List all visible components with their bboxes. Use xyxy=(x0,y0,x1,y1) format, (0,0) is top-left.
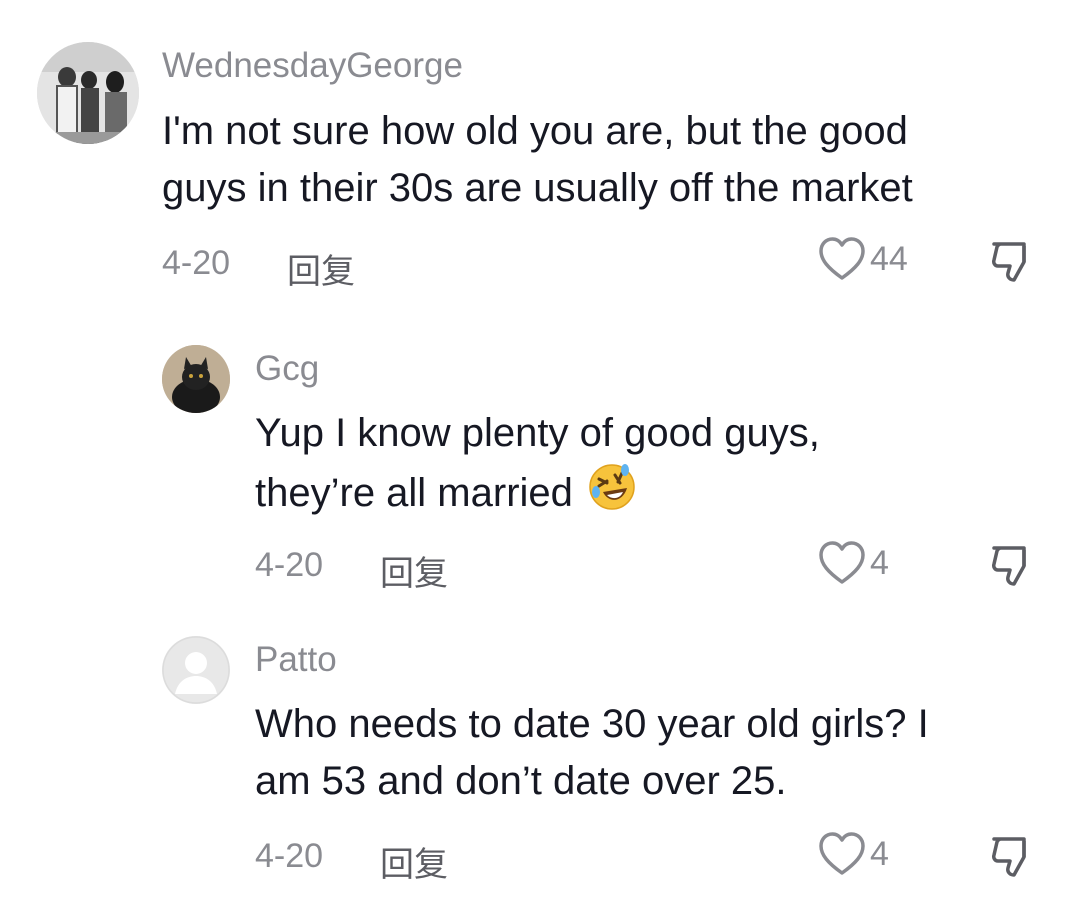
rolling-on-floor-laughing-icon xyxy=(587,462,637,528)
like-count: 44 xyxy=(870,239,908,278)
comment-line: am 53 and don’t date over 25. xyxy=(255,759,787,803)
like-count: 4 xyxy=(870,834,889,873)
comment-line: Yup I know plenty of good guys, xyxy=(255,411,820,455)
comment-patto: Patto Who needs to date 30 year old girl… xyxy=(0,600,1080,917)
reply-button[interactable]: 回复 xyxy=(287,244,355,293)
comment-text: Who needs to date 30 year old girls? I a… xyxy=(255,696,929,810)
thumbs-down-icon xyxy=(992,546,1026,586)
comment-line: I'm not sure how old you are, but the go… xyxy=(162,109,908,153)
comment-line: Who needs to date 30 year old girls? I xyxy=(255,702,929,746)
heart-icon xyxy=(819,541,865,584)
comment-line: guys in their 30s are usually off the ma… xyxy=(162,166,913,210)
comment-date: 4-20 xyxy=(255,837,324,875)
comment-line-with-emoji: they’re all married xyxy=(255,462,820,528)
reply-button[interactable]: 回复 xyxy=(380,837,448,886)
avatar[interactable] xyxy=(37,42,139,144)
thumbs-down-icon xyxy=(992,242,1026,282)
dislike-button[interactable] xyxy=(988,542,1034,593)
avatar[interactable] xyxy=(162,345,230,413)
comment-date: 4-20 xyxy=(255,546,324,584)
like-button[interactable]: 44 xyxy=(818,236,908,282)
comment-wednesdaygeorge: WednesdayGeorge I'm not sure how old you… xyxy=(0,0,1080,300)
like-button[interactable]: 4 xyxy=(818,831,889,877)
comment-gcg: Gcg Yup I know plenty of good guys, they… xyxy=(0,300,1080,600)
like-count: 4 xyxy=(870,543,889,582)
comment-line: they’re all married xyxy=(255,471,573,515)
comment-text: I'm not sure how old you are, but the go… xyxy=(162,103,913,217)
heart-icon xyxy=(819,832,865,875)
username[interactable]: WednesdayGeorge xyxy=(162,46,463,86)
like-button[interactable]: 4 xyxy=(818,540,889,586)
comment-date: 4-20 xyxy=(162,244,231,282)
dislike-button[interactable] xyxy=(988,833,1034,884)
heart-icon xyxy=(819,237,865,280)
dislike-button[interactable] xyxy=(988,238,1034,289)
username[interactable]: Gcg xyxy=(255,349,319,389)
avatar[interactable] xyxy=(162,636,230,704)
username[interactable]: Patto xyxy=(255,640,337,680)
reply-button[interactable]: 回复 xyxy=(380,546,448,595)
thumbs-down-icon xyxy=(992,837,1026,877)
comment-text: Yup I know plenty of good guys, they’re … xyxy=(255,405,820,528)
